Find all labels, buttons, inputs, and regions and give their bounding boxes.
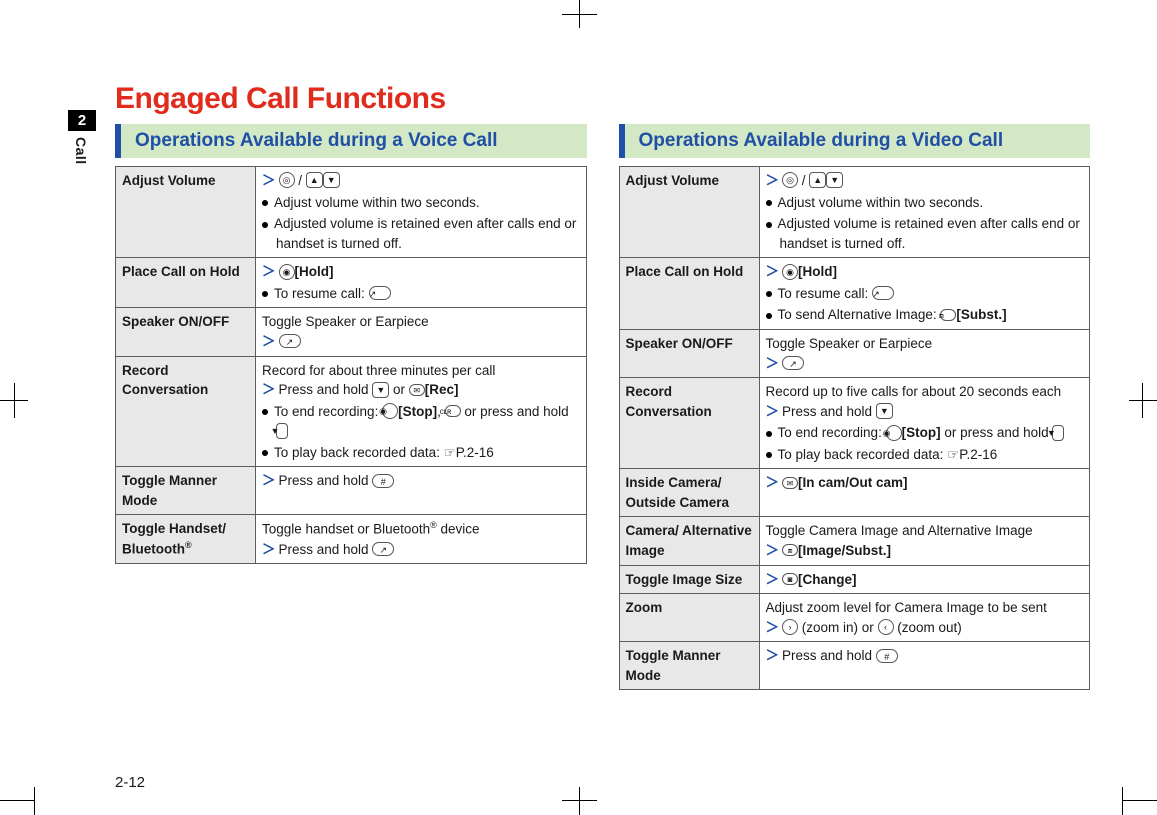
crop-mark <box>579 787 580 815</box>
mail-key-icon: ✉ <box>782 477 798 489</box>
table-row: Speaker ON/OFF Toggle Speaker or Earpiec… <box>619 329 1090 377</box>
page-number: 2-12 <box>115 774 145 791</box>
table-row: Place Call on Hold ＞◉[Hold] To resume ca… <box>619 258 1090 330</box>
center-key-icon: ◉ <box>279 264 295 280</box>
right-key-icon: › <box>782 619 798 635</box>
crop-mark <box>0 800 35 801</box>
feature-name: Inside Camera/ Outside Camera <box>619 469 759 517</box>
table-row: Adjust Volume ＞◎ / ▲▼ Adjust volume with… <box>116 167 587 258</box>
feature-desc: Toggle handset or Bluetooth® device ＞Pre… <box>256 515 587 564</box>
section-heading-voice: Operations Available during a Voice Call <box>115 124 587 158</box>
voice-call-column: Operations Available during a Voice Call… <box>115 120 587 690</box>
crop-mark <box>1122 787 1123 815</box>
table-row: Toggle Image Size ＞◙[Change] <box>619 565 1090 594</box>
volume-down-icon: ▼ <box>276 423 288 439</box>
chapter-number: 2 <box>68 110 96 131</box>
feature-desc: Toggle Speaker or Earpiece ＞↗ <box>256 308 587 356</box>
hash-key-icon: # <box>876 649 898 663</box>
feature-name: Zoom <box>619 594 759 642</box>
table-row: Inside Camera/ Outside Camera ＞✉[In cam/… <box>619 469 1090 517</box>
feature-name: Toggle Image Size <box>619 565 759 594</box>
feature-name: Toggle Handset/ Bluetooth® <box>116 515 256 564</box>
feature-desc: ＞Press and hold # <box>759 642 1090 690</box>
feature-name: Speaker ON/OFF <box>619 329 759 377</box>
tv-key-icon: ⧈ <box>782 544 798 556</box>
feature-name: Adjust Volume <box>116 167 256 258</box>
call-key-icon: ↗ <box>279 334 301 348</box>
feature-desc: Toggle Speaker or Earpiece ＞↗ <box>759 329 1090 377</box>
feature-desc: ＞◙[Change] <box>759 565 1090 594</box>
center-key-icon: ◉ <box>886 425 902 441</box>
volume-up-icon: ▲ <box>306 172 323 188</box>
center-key-icon: ◉ <box>382 403 398 419</box>
table-row: Record Conversation Record up to five ca… <box>619 378 1090 469</box>
tv-key-icon: ⧈ <box>940 309 956 321</box>
feature-name: Record Conversation <box>619 378 759 469</box>
table-row: Record Conversation Record for about thr… <box>116 356 587 467</box>
volume-down-icon: ▼ <box>372 382 389 398</box>
feature-desc: ＞◉[Hold] To resume call: ↗ <box>256 258 587 308</box>
table-row: Toggle Manner Mode ＞Press and hold # <box>116 467 587 515</box>
clear-key-icon: ᴄʟʀ <box>445 405 461 417</box>
feature-name: Speaker ON/OFF <box>116 308 256 356</box>
feature-desc: ＞◎ / ▲▼ Adjust volume within two seconds… <box>256 167 587 258</box>
page-body: Engaged Call Functions Operations Availa… <box>115 82 1090 690</box>
crop-mark <box>14 383 15 418</box>
table-row: Place Call on Hold ＞◉[Hold] To resume ca… <box>116 258 587 308</box>
feature-desc: ＞◉[Hold] To resume call: ↗ To send Alter… <box>759 258 1090 330</box>
feature-name: Camera/ Alternative Image <box>619 517 759 565</box>
volume-down-icon: ▼ <box>323 172 340 188</box>
volume-down-icon: ▼ <box>826 172 843 188</box>
call-key-icon: ↗ <box>872 286 894 300</box>
page-ref-icon: ☞ <box>444 445 456 460</box>
crop-mark <box>1129 400 1157 401</box>
page-title: Engaged Call Functions <box>115 82 1090 116</box>
feature-name: Record Conversation <box>116 356 256 467</box>
volume-down-icon: ▼ <box>1052 425 1064 441</box>
multiselector-icon: ◎ <box>279 172 295 188</box>
crop-mark <box>34 787 35 815</box>
volume-down-icon: ▼ <box>876 403 893 419</box>
chapter-tab: 2 Call <box>68 110 96 171</box>
feature-name: Place Call on Hold <box>619 258 759 330</box>
table-row: Zoom Adjust zoom level for Camera Image … <box>619 594 1090 642</box>
multiselector-icon: ◎ <box>782 172 798 188</box>
call-key-icon: ↗ <box>369 286 391 300</box>
table-row: Adjust Volume ＞◎ / ▲▼ Adjust volume with… <box>619 167 1090 258</box>
call-key-icon: ↗ <box>782 356 804 370</box>
video-call-table: Adjust Volume ＞◎ / ▲▼ Adjust volume with… <box>619 166 1091 690</box>
feature-desc: Toggle Camera Image and Alternative Imag… <box>759 517 1090 565</box>
feature-desc: ＞◎ / ▲▼ Adjust volume within two seconds… <box>759 167 1090 258</box>
feature-desc: Record for about three minutes per call … <box>256 356 587 467</box>
table-row: Toggle Manner Mode ＞Press and hold # <box>619 642 1090 690</box>
crop-mark <box>579 0 580 28</box>
feature-name: Toggle Manner Mode <box>116 467 256 515</box>
crop-mark <box>1142 383 1143 418</box>
call-key-icon: ↗ <box>372 542 394 556</box>
table-row: Camera/ Alternative Image Toggle Camera … <box>619 517 1090 565</box>
feature-name: Toggle Manner Mode <box>619 642 759 690</box>
chapter-label: Call <box>68 131 94 171</box>
feature-name: Adjust Volume <box>619 167 759 258</box>
voice-call-table: Adjust Volume ＞◎ / ▲▼ Adjust volume with… <box>115 166 587 564</box>
section-heading-video: Operations Available during a Video Call <box>619 124 1091 158</box>
feature-desc: ＞Press and hold # <box>256 467 587 515</box>
feature-desc: Record up to five calls for about 20 sec… <box>759 378 1090 469</box>
table-row: Toggle Handset/ Bluetooth® Toggle handse… <box>116 515 587 564</box>
camera-key-icon: ◙ <box>782 573 798 585</box>
center-key-icon: ◉ <box>782 264 798 280</box>
feature-desc: Adjust zoom level for Camera Image to be… <box>759 594 1090 642</box>
crop-mark <box>1122 800 1157 801</box>
hash-key-icon: # <box>372 474 394 488</box>
page-ref-icon: ☞ <box>947 447 959 462</box>
table-row: Speaker ON/OFF Toggle Speaker or Earpiec… <box>116 308 587 356</box>
mail-key-icon: ✉ <box>409 384 425 396</box>
left-key-icon: ‹ <box>878 619 894 635</box>
video-call-column: Operations Available during a Video Call… <box>619 120 1091 690</box>
feature-desc: ＞✉[In cam/Out cam] <box>759 469 1090 517</box>
volume-up-icon: ▲ <box>809 172 826 188</box>
feature-name: Place Call on Hold <box>116 258 256 308</box>
